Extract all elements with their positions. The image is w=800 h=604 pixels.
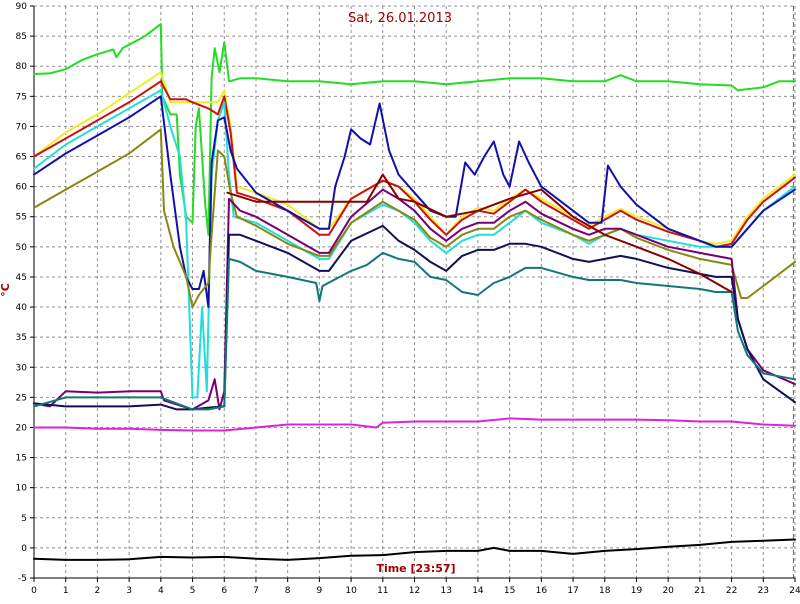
x-tick-label: 10 <box>345 586 357 596</box>
y-tick-label: 85 <box>16 32 27 42</box>
x-tick-label: 20 <box>662 586 674 596</box>
y-tick-label: 80 <box>16 62 28 72</box>
x-tick-label: 9 <box>317 586 323 596</box>
x-tick-label: 3 <box>126 586 132 596</box>
x-tick-label: 22 <box>726 586 737 596</box>
y-tick-label: -5 <box>18 574 27 584</box>
y-tick-label: 0 <box>21 544 27 554</box>
x-tick-label: 23 <box>758 586 769 596</box>
x-tick-label: 16 <box>536 586 548 596</box>
x-tick-label: 21 <box>694 586 705 596</box>
x-tick-label: 12 <box>409 586 420 596</box>
chart-background <box>0 0 800 600</box>
x-tick-label: 1 <box>63 586 69 596</box>
y-tick-label: 70 <box>16 122 28 132</box>
y-tick-label: 45 <box>16 273 27 283</box>
x-tick-label: 7 <box>253 586 259 596</box>
x-tick-label: 24 <box>789 586 800 596</box>
x-tick-label: 17 <box>567 586 578 596</box>
x-tick-label: 19 <box>631 586 643 596</box>
y-tick-label: 25 <box>16 393 27 403</box>
y-tick-label: 40 <box>16 303 28 313</box>
y-tick-label: 5 <box>21 514 27 524</box>
x-tick-label: 11 <box>377 586 388 596</box>
x-tick-label: 4 <box>158 586 164 596</box>
y-tick-label: 60 <box>16 183 28 193</box>
y-tick-label: 90 <box>16 2 28 12</box>
y-tick-label: 65 <box>16 153 27 163</box>
x-tick-label: 8 <box>285 586 291 596</box>
x-tick-label: 15 <box>504 586 515 596</box>
y-tick-label: 20 <box>16 423 28 433</box>
x-tick-label: 13 <box>440 586 451 596</box>
y-tick-label: 35 <box>16 333 27 343</box>
y-tick-label: 50 <box>16 243 28 253</box>
y-tick-label: 10 <box>16 484 28 494</box>
y-axis-label: °C <box>0 283 12 297</box>
chart-svg: 0 1 2 3 4 5 6 7 8 9 10 11 12 13 14 15 16 17 18 19 20 21 22 23 24… <box>0 0 800 600</box>
y-tick-label: 30 <box>16 363 28 373</box>
x-tick-label: 14 <box>472 586 484 596</box>
x-tick-label: 0 <box>31 586 37 596</box>
y-tick-label: 15 <box>16 454 27 464</box>
x-tick-label: 2 <box>95 586 101 596</box>
y-tick-label: 75 <box>16 92 27 102</box>
x-tick-label: 18 <box>599 586 611 596</box>
y-tick-label: 55 <box>16 213 27 223</box>
x-axis-label: Time [23:57] <box>376 562 455 575</box>
chart-title: Sat, 26.01.2013 <box>348 11 452 26</box>
chart: 0 1 2 3 4 5 6 7 8 9 10 11 12 13 14 15 16 17 18 19 20 21 22 23 24… <box>0 0 800 600</box>
x-tick-label: 5 <box>190 586 196 596</box>
x-tick-label: 6 <box>221 586 227 596</box>
